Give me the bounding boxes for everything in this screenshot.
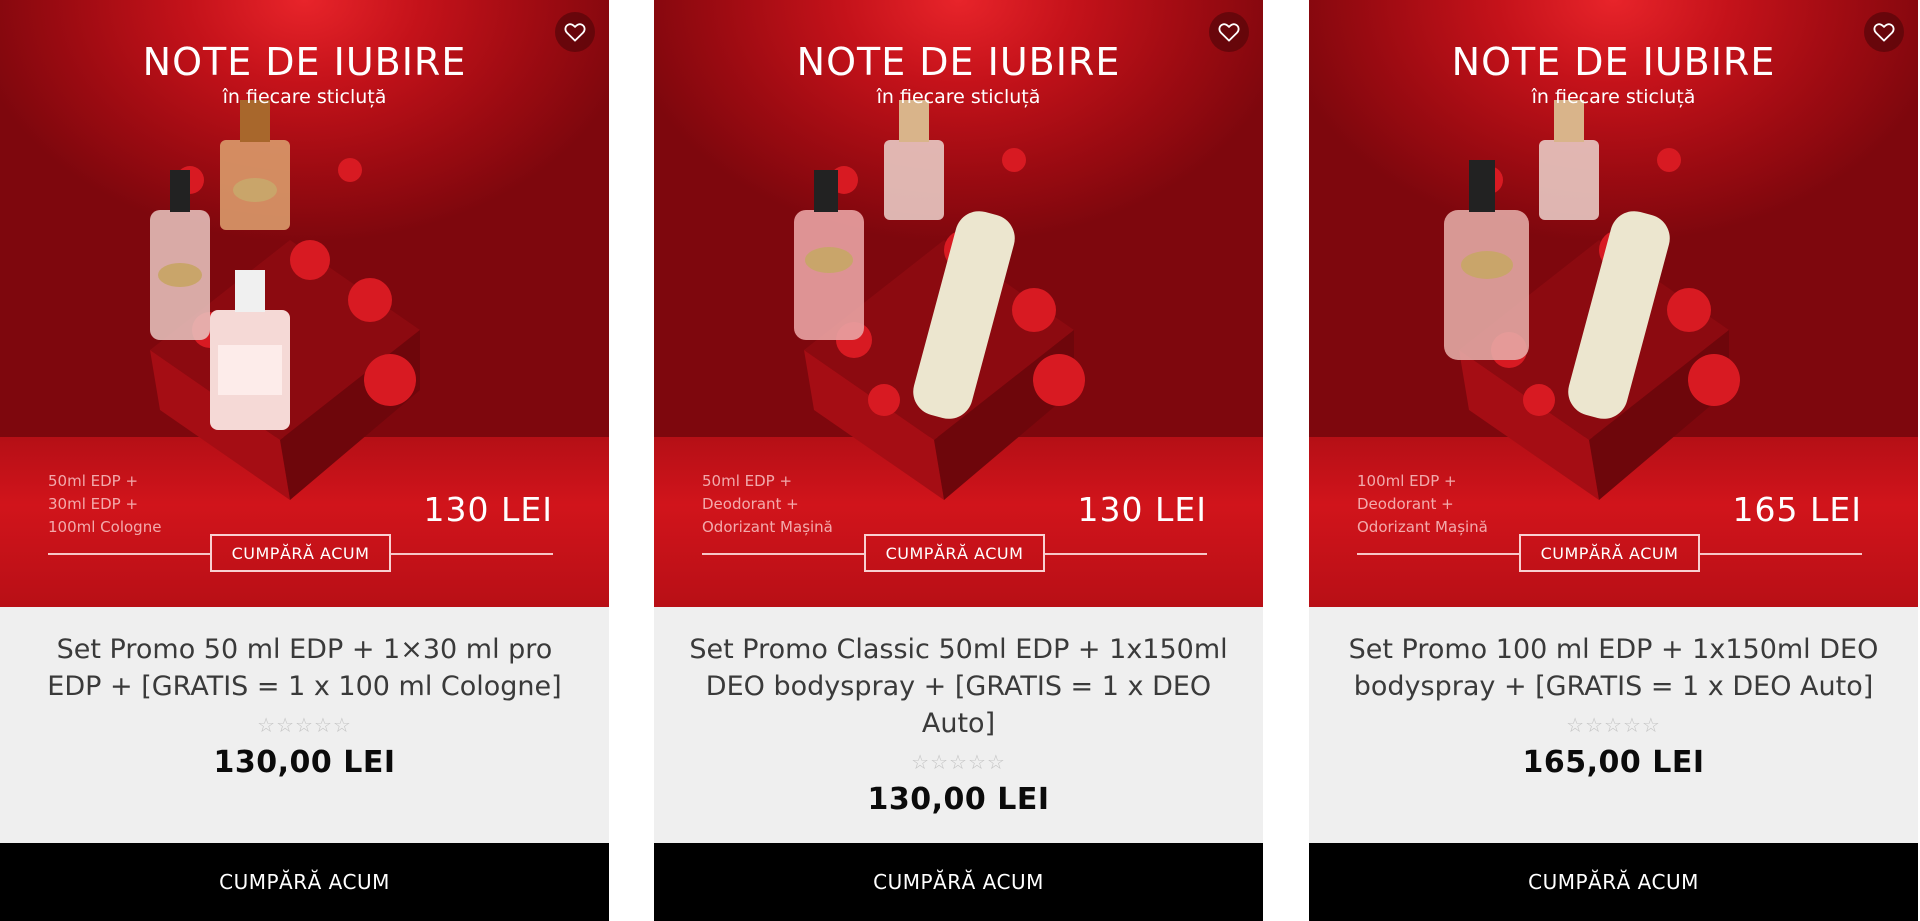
product-title[interactable]: Set Promo 50 ml EDP + 1×30 ml pro EDP + … [30, 631, 579, 705]
product-image[interactable]: NOTE DE IUBIRE în fiecare sticluță 50ml … [0, 0, 609, 607]
product-image[interactable]: NOTE DE IUBIRE în fiecare sticluță 100ml… [1309, 0, 1918, 607]
product-price: 130,00 LEI [213, 745, 396, 780]
product-title[interactable]: Set Promo Classic 50ml EDP + 1x150ml DEO… [684, 631, 1233, 742]
promo-price-tag: 165 LEI [1732, 490, 1862, 529]
buy-now-button[interactable]: CUMPĂRĂ ACUM [654, 843, 1263, 921]
buy-now-button[interactable]: CUMPĂRĂ ACUM [1309, 843, 1918, 921]
promo-divider [1357, 553, 1519, 555]
heart-outline-icon [1873, 23, 1895, 42]
promo-cta: CUMPĂRĂ ACUM [864, 534, 1045, 572]
rating-stars: ☆☆☆☆☆ [1566, 713, 1661, 737]
product-card: NOTE DE IUBIRE în fiecare sticluță 100ml… [1309, 0, 1918, 921]
promo-cta: CUMPĂRĂ ACUM [210, 534, 391, 572]
promo-tagline: în fiecare sticluță [222, 86, 387, 108]
promo-contents-line: Deodorant + [1357, 495, 1454, 513]
product-card: NOTE DE IUBIRE în fiecare sticluță 50ml … [0, 0, 609, 921]
product-price: 165,00 LEI [1522, 745, 1705, 780]
heart-outline-icon [564, 23, 586, 42]
promo-contents: 50ml EDP + Deodorant + Odorizant Mașină [702, 470, 833, 539]
gift-box-perfume-illustration [150, 100, 420, 500]
promo-contents: 100ml EDP + Deodorant + Odorizant Mașină [1357, 470, 1488, 539]
promo-price-tag: 130 LEI [423, 490, 553, 529]
promo-headline: NOTE DE IUBIRE [796, 40, 1121, 84]
wishlist-button[interactable] [1864, 12, 1904, 52]
promo-price-tag: 130 LEI [1077, 490, 1207, 529]
product-info: Set Promo 50 ml EDP + 1×30 ml pro EDP + … [0, 607, 609, 843]
promo-divider [48, 553, 210, 555]
buy-now-button[interactable]: CUMPĂRĂ ACUM [0, 843, 609, 921]
product-card: NOTE DE IUBIRE în fiecare sticluță 50ml … [654, 0, 1263, 921]
promo-headline: NOTE DE IUBIRE [142, 40, 467, 84]
gift-box-perfume-illustration [1444, 100, 1740, 500]
wishlist-button[interactable] [555, 12, 595, 52]
promo-tagline: în fiecare sticluță [1531, 86, 1696, 108]
promo-cta: CUMPĂRĂ ACUM [1519, 534, 1700, 572]
promo-contents-line: 50ml EDP + [48, 472, 139, 490]
promo-headline: NOTE DE IUBIRE [1451, 40, 1776, 84]
wishlist-button[interactable] [1209, 12, 1249, 52]
promo-divider [1700, 553, 1862, 555]
promo-contents-line: 100ml Cologne [48, 518, 162, 536]
promo-contents: 50ml EDP + 30ml EDP + 100ml Cologne [48, 470, 161, 539]
product-image[interactable]: NOTE DE IUBIRE în fiecare sticluță 50ml … [654, 0, 1263, 607]
promo-contents-line: Deodorant + [702, 495, 799, 513]
rating-stars: ☆☆☆☆☆ [911, 750, 1006, 774]
promo-tagline: în fiecare sticluță [876, 86, 1041, 108]
rating-stars: ☆☆☆☆☆ [257, 713, 352, 737]
gift-box-perfume-illustration [794, 100, 1085, 500]
promo-contents-line: 50ml EDP + [702, 472, 793, 490]
product-price: 130,00 LEI [867, 782, 1050, 817]
promo-contents-line: Odorizant Mașină [702, 518, 833, 536]
promo-contents-line: 100ml EDP + [1357, 472, 1457, 490]
promo-divider [391, 553, 553, 555]
heart-outline-icon [1218, 23, 1240, 42]
product-info: Set Promo Classic 50ml EDP + 1x150ml DEO… [654, 607, 1263, 843]
promo-contents-line: 30ml EDP + [48, 495, 139, 513]
product-grid: NOTE DE IUBIRE în fiecare sticluță 50ml … [0, 0, 1920, 921]
promo-contents-line: Odorizant Mașină [1357, 518, 1488, 536]
product-title[interactable]: Set Promo 100 ml EDP + 1x150ml DEO bodys… [1339, 631, 1888, 705]
promo-divider [702, 553, 864, 555]
promo-divider [1045, 553, 1207, 555]
product-info: Set Promo 100 ml EDP + 1x150ml DEO bodys… [1309, 607, 1918, 843]
